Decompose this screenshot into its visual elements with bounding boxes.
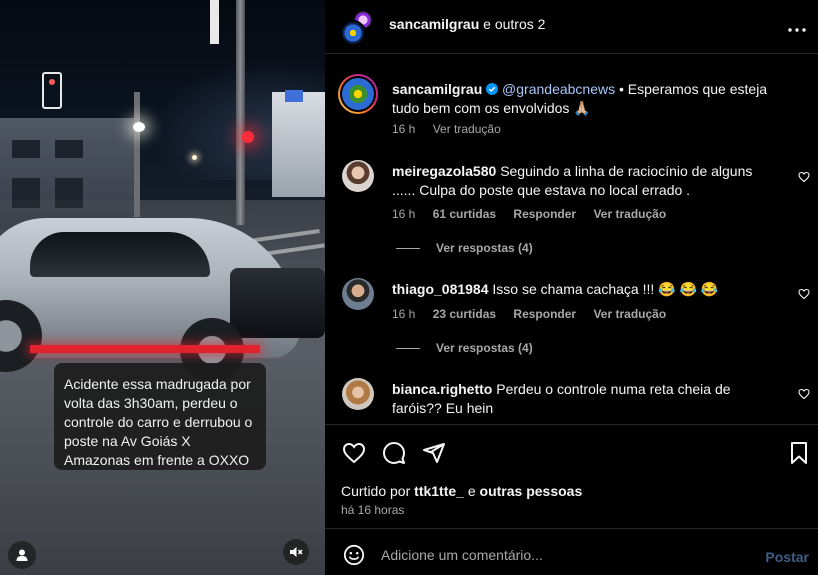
reply-button[interactable]: Responder xyxy=(513,307,576,321)
media-caption-text: Acidente essa madrugada por volta das 3h… xyxy=(64,376,253,468)
header-collab-suffix: e outros 2 xyxy=(479,16,546,32)
liked-prefix: Curtido por xyxy=(341,483,415,499)
comment-item: meiregazola580 Seguindo a linha de racio… xyxy=(325,158,818,258)
speaker-muted-icon xyxy=(290,547,303,557)
replies-line xyxy=(396,347,420,349)
comment-text: meiregazola580 Seguindo a linha de racio… xyxy=(392,162,776,200)
comment-time[interactable]: 16 h xyxy=(392,307,415,321)
more-options-button[interactable] xyxy=(788,15,806,38)
liked-others-link[interactable]: outras pessoas xyxy=(480,483,583,499)
more-horizontal-icon xyxy=(788,28,806,32)
media-streetlamp xyxy=(133,122,145,132)
comment-bubble-icon[interactable] xyxy=(382,441,406,465)
post-comment-button[interactable]: Postar xyxy=(765,549,809,565)
comment-likes[interactable]: 23 curtidas xyxy=(433,307,496,321)
avatar[interactable] xyxy=(338,74,378,114)
comment-composer: Postar xyxy=(325,528,818,575)
comment-body: Isso se chama cachaça !!! 😂 😂 😂 xyxy=(492,281,719,297)
comment-username[interactable]: sancamilgrau xyxy=(392,81,482,97)
comment-text: thiago_081984 Isso se chama cachaça !!! … xyxy=(392,280,776,299)
media-caption-box: Acidente essa madrugada por volta das 3h… xyxy=(54,363,266,470)
media-building xyxy=(0,118,140,228)
replies-line xyxy=(396,247,420,249)
media-car-window xyxy=(30,232,210,277)
comment-likes[interactable]: 61 curtidas xyxy=(433,207,496,221)
liked-user-link[interactable]: ttk1tte_ xyxy=(414,483,464,499)
post-header: sancamilgrau e outros 2 xyxy=(325,0,818,54)
see-translation-link[interactable]: Ver tradução xyxy=(593,307,666,321)
mute-button[interactable] xyxy=(283,539,309,565)
media-car-front xyxy=(230,268,325,338)
media-sign xyxy=(285,90,303,102)
emoji-icon[interactable] xyxy=(343,544,365,566)
like-heart-icon[interactable] xyxy=(798,288,810,300)
bookmark-icon[interactable] xyxy=(787,441,811,465)
verified-badge-icon xyxy=(486,83,499,95)
comment-input[interactable] xyxy=(381,541,741,569)
comment-username[interactable]: bianca.righetto xyxy=(392,381,492,397)
view-replies-button[interactable]: Ver respostas (4) xyxy=(396,341,533,355)
caption-meta: 16 h Ver tradução xyxy=(392,122,515,136)
media-streetlight-pole xyxy=(134,92,140,217)
post-panel: sancamilgrau e outros 2 sancamilgrau @gr… xyxy=(325,0,818,575)
traffic-light xyxy=(42,72,62,109)
avatar[interactable] xyxy=(342,278,374,310)
header-title[interactable]: sancamilgrau e outros 2 xyxy=(389,16,545,32)
liked-mid: e xyxy=(463,483,480,499)
reply-button[interactable]: Responder xyxy=(513,207,576,221)
comment-text: bianca.righetto Perdeu o controle numa r… xyxy=(392,380,776,418)
see-translation-link[interactable]: Ver tradução xyxy=(593,207,666,221)
media-red-light xyxy=(242,131,254,143)
post-time[interactable]: há 16 horas xyxy=(341,503,404,517)
comment-username[interactable]: thiago_081984 xyxy=(392,281,489,297)
like-heart-icon[interactable] xyxy=(798,171,810,183)
media-wire xyxy=(210,0,219,44)
caption-comment: sancamilgrau @grandeabcnews • Esperamos … xyxy=(325,72,818,142)
comment-item: thiago_081984 Isso se chama cachaça !!! … xyxy=(325,278,818,358)
collab-avatars[interactable] xyxy=(340,9,376,46)
media-car-light xyxy=(30,345,260,353)
comment-meta: 16 h 23 curtidas Responder Ver tradução xyxy=(392,307,680,321)
person-icon xyxy=(16,549,28,561)
comment-meta: 16 h 61 curtidas Responder Ver tradução xyxy=(392,207,680,221)
comment-item: bianca.righetto Perdeu o controle numa r… xyxy=(325,376,818,424)
comment-time[interactable]: 16 h xyxy=(392,207,415,221)
view-replies-label: Ver respostas (4) xyxy=(436,341,533,355)
header-username[interactable]: sancamilgrau xyxy=(389,16,479,32)
collab-avatar xyxy=(340,20,366,46)
tagged-people-button[interactable] xyxy=(8,541,36,569)
media-pole xyxy=(236,0,245,225)
liked-by: Curtido por ttk1tte_ e outras pessoas xyxy=(341,483,582,499)
avatar[interactable] xyxy=(342,378,374,410)
view-replies-label: Ver respostas (4) xyxy=(436,241,533,255)
media-streetlamp-far xyxy=(192,155,197,160)
comment-username[interactable]: meiregazola580 xyxy=(392,163,496,179)
media-building-right xyxy=(272,92,325,197)
avatar[interactable] xyxy=(342,160,374,192)
post-media[interactable]: Acidente essa madrugada por volta das 3h… xyxy=(0,0,325,575)
see-translation-link[interactable]: Ver tradução xyxy=(433,122,501,136)
post-actions: Curtido por ttk1tte_ e outras pessoas há… xyxy=(325,424,818,528)
view-replies-button[interactable]: Ver respostas (4) xyxy=(396,241,533,255)
comment-time[interactable]: 16 h xyxy=(392,122,415,136)
like-heart-icon[interactable] xyxy=(798,388,810,400)
mention-link[interactable]: @grandeabcnews xyxy=(502,81,615,97)
share-paper-plane-icon[interactable] xyxy=(422,441,446,465)
caption-text: sancamilgrau @grandeabcnews • Esperamos … xyxy=(392,80,776,118)
like-heart-icon[interactable] xyxy=(342,441,366,465)
